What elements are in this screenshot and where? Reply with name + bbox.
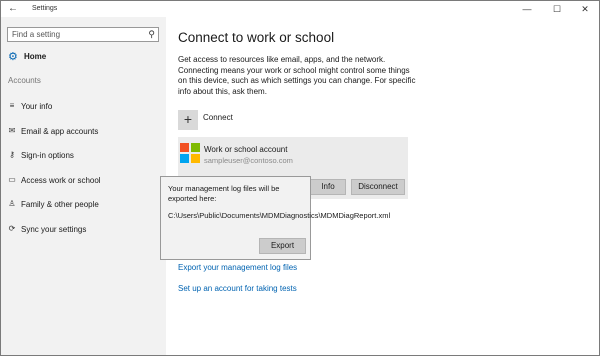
user-card-icon: ≡ <box>9 101 15 110</box>
sidebar-item-label: Email & app accounts <box>21 127 99 136</box>
settings-window: ← Settings — ☐ ✕ ⚲ ⚙ Home Accounts ≡ You… <box>0 0 600 356</box>
mail-icon: ✉ <box>8 126 16 135</box>
setup-test-account-link[interactable]: Set up an account for taking tests <box>178 284 297 293</box>
microsoft-logo-icon <box>180 143 200 163</box>
briefcase-icon: ▭ <box>8 175 16 184</box>
gear-icon: ⚙ <box>8 51 18 63</box>
sidebar-item-label: Sign-in options <box>21 151 74 160</box>
page-title: Connect to work or school <box>178 30 335 45</box>
sidebar: ⚲ ⚙ Home Accounts ≡ Your info ✉ Email & … <box>1 17 166 355</box>
sidebar-item-label: Access work or school <box>21 176 101 185</box>
search-icon[interactable]: ⚲ <box>148 29 155 40</box>
home-label: Home <box>24 52 47 61</box>
minimize-icon[interactable]: — <box>515 1 539 17</box>
search-box[interactable]: ⚲ <box>7 27 159 42</box>
page-description: Get access to resources like email, apps… <box>178 55 416 96</box>
sidebar-item-your-info[interactable]: ≡ Your info <box>1 97 166 117</box>
disconnect-button[interactable]: Disconnect <box>351 179 405 195</box>
sidebar-item-access-work-or-school[interactable]: ▭ Access work or school <box>1 171 166 191</box>
connect-label: Connect <box>203 113 233 122</box>
export-path: C:\Users\Public\Documents\MDMDiagnostics… <box>168 211 391 220</box>
sidebar-item-family-other-people[interactable]: ♙ Family & other people <box>1 195 166 215</box>
export-log-files-link[interactable]: Export your management log files <box>178 263 297 272</box>
export-button[interactable]: Export <box>259 238 306 254</box>
flyout-message: Your management log files will be export… <box>168 184 280 203</box>
maximize-icon[interactable]: ☐ <box>545 1 569 17</box>
account-email: sampleuser@contoso.com <box>204 156 293 165</box>
app-title: Settings <box>32 5 58 12</box>
account-title: Work or school account <box>204 145 288 154</box>
people-icon: ♙ <box>8 199 16 208</box>
section-header-accounts: Accounts <box>8 76 41 85</box>
sidebar-item-sync-your-settings[interactable]: ⟳ Sync your settings <box>1 220 166 240</box>
sidebar-item-label: Your info <box>21 102 53 111</box>
sync-icon: ⟳ <box>8 224 16 233</box>
sidebar-item-email-app-accounts[interactable]: ✉ Email & app accounts <box>1 122 166 142</box>
export-logs-flyout: Your management log files will be export… <box>160 176 391 260</box>
search-input[interactable] <box>12 29 137 40</box>
title-bar: ← Settings — ☐ ✕ <box>1 1 599 17</box>
info-button[interactable]: Info <box>310 179 346 195</box>
sidebar-item-sign-in-options[interactable]: ⚷ Sign-in options <box>1 146 166 166</box>
close-icon[interactable]: ✕ <box>573 1 597 17</box>
sidebar-item-label: Family & other people <box>21 200 99 209</box>
key-icon: ⚷ <box>9 150 15 159</box>
sidebar-item-label: Sync your settings <box>21 225 87 234</box>
back-arrow-icon[interactable]: ← <box>7 3 19 15</box>
plus-icon[interactable]: + <box>178 110 198 130</box>
